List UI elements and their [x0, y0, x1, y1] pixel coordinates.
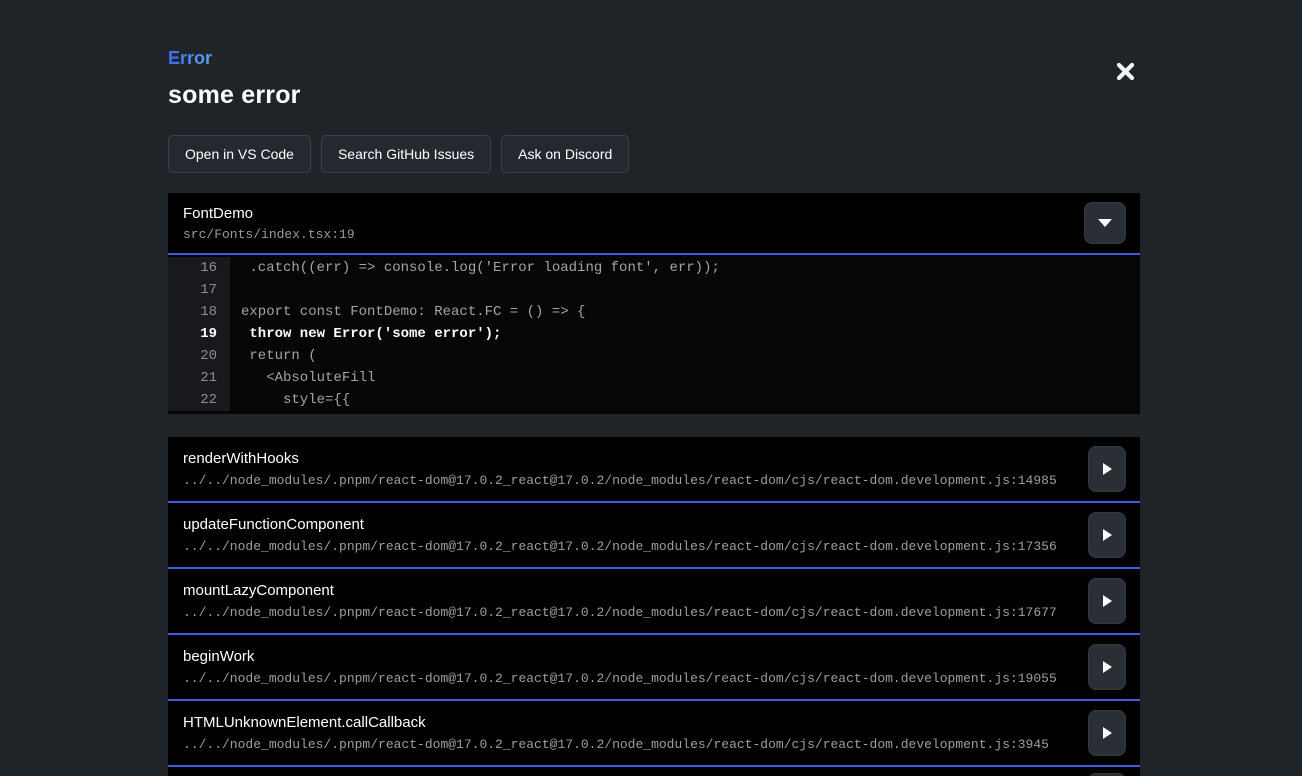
stack-frame-function: mountLazyComponent	[183, 582, 1070, 599]
line-code	[230, 279, 1140, 301]
line-number: 18	[168, 301, 230, 323]
code-line: 22 style={{	[168, 389, 1140, 411]
error-type-label: Error	[168, 48, 212, 69]
stack-trace-list: renderWithHooks ../../node_modules/.pnpm…	[168, 437, 1140, 767]
line-number: 17	[168, 279, 230, 301]
line-number: 20	[168, 345, 230, 367]
ask-on-discord-button[interactable]: Ask on Discord	[501, 135, 629, 173]
stack-frame: beginWork ../../node_modules/.pnpm/react…	[168, 635, 1140, 701]
line-number: 16	[168, 257, 230, 279]
line-code: <AbsoluteFill	[230, 367, 1140, 389]
line-code: .catch((err) => console.log('Error loadi…	[230, 257, 1140, 279]
code-line: 18 export const FontDemo: React.FC = () …	[168, 301, 1140, 323]
line-number: 19	[168, 323, 230, 345]
code-frame-card: FontDemo src/Fonts/index.tsx:19 16 .catc…	[168, 193, 1140, 414]
action-buttons-row: Open in VS Code Search GitHub Issues Ask…	[168, 135, 1140, 173]
stack-frame-function: updateFunctionComponent	[183, 516, 1070, 533]
stack-frame: HTMLUnknownElement.callCallback ../../no…	[168, 701, 1140, 767]
stack-frame-path: ../../node_modules/.pnpm/react-dom@17.0.…	[183, 737, 1070, 752]
play-icon	[1103, 727, 1112, 739]
code-line: 20 return (	[168, 345, 1140, 367]
line-code: return (	[230, 345, 1140, 367]
stack-frame-path: ../../node_modules/.pnpm/react-dom@17.0.…	[183, 473, 1070, 488]
error-message-title: some error	[168, 81, 1140, 110]
code-frame-header: FontDemo src/Fonts/index.tsx:19	[168, 193, 1140, 255]
line-code: style={{	[230, 389, 1140, 411]
stack-frame: mountLazyComponent ../../node_modules/.p…	[168, 569, 1140, 635]
stack-frame-function: HTMLUnknownElement.callCallback	[183, 714, 1070, 731]
code-line: 17	[168, 279, 1140, 301]
play-icon	[1103, 595, 1112, 607]
error-overlay: Error some error Open in VS Code Search …	[168, 48, 1140, 776]
stack-frame-path: ../../node_modules/.pnpm/react-dom@17.0.…	[183, 605, 1070, 620]
play-icon	[1103, 463, 1112, 475]
stack-frame: renderWithHooks ../../node_modules/.pnpm…	[168, 437, 1140, 503]
play-icon	[1103, 529, 1112, 541]
line-code: throw new Error('some error');	[230, 323, 1140, 345]
code-line: 16 .catch((err) => console.log('Error lo…	[168, 257, 1140, 279]
line-number: 22	[168, 389, 230, 411]
open-in-vscode-button[interactable]: Open in VS Code	[168, 135, 311, 173]
code-frame-title: FontDemo	[183, 205, 355, 222]
expand-stack-frame-button[interactable]	[1088, 512, 1126, 558]
stack-frame-partial	[168, 767, 1140, 776]
expand-stack-frame-button[interactable]	[1088, 644, 1126, 690]
search-github-issues-button[interactable]: Search GitHub Issues	[321, 135, 491, 173]
play-icon	[1103, 661, 1112, 673]
stack-frame-function: beginWork	[183, 648, 1070, 665]
stack-frame-function: renderWithHooks	[183, 450, 1070, 467]
collapse-code-frame-button[interactable]	[1084, 202, 1126, 244]
code-frame-location: src/Fonts/index.tsx:19	[183, 227, 355, 242]
expand-stack-frame-button[interactable]	[1088, 578, 1126, 624]
line-number: 21	[168, 367, 230, 389]
expand-stack-frame-button[interactable]	[1088, 446, 1126, 492]
expand-stack-frame-button[interactable]	[1088, 710, 1126, 756]
line-code: export const FontDemo: React.FC = () => …	[230, 301, 1140, 323]
stack-frame-path: ../../node_modules/.pnpm/react-dom@17.0.…	[183, 671, 1070, 686]
code-line: 21 <AbsoluteFill	[168, 367, 1140, 389]
stack-frame-path: ../../node_modules/.pnpm/react-dom@17.0.…	[183, 539, 1070, 554]
code-line: 19 throw new Error('some error');	[168, 323, 1140, 345]
stack-frame: updateFunctionComponent ../../node_modul…	[168, 503, 1140, 569]
code-snippet: 16 .catch((err) => console.log('Error lo…	[168, 255, 1140, 414]
chevron-down-icon	[1098, 219, 1112, 227]
